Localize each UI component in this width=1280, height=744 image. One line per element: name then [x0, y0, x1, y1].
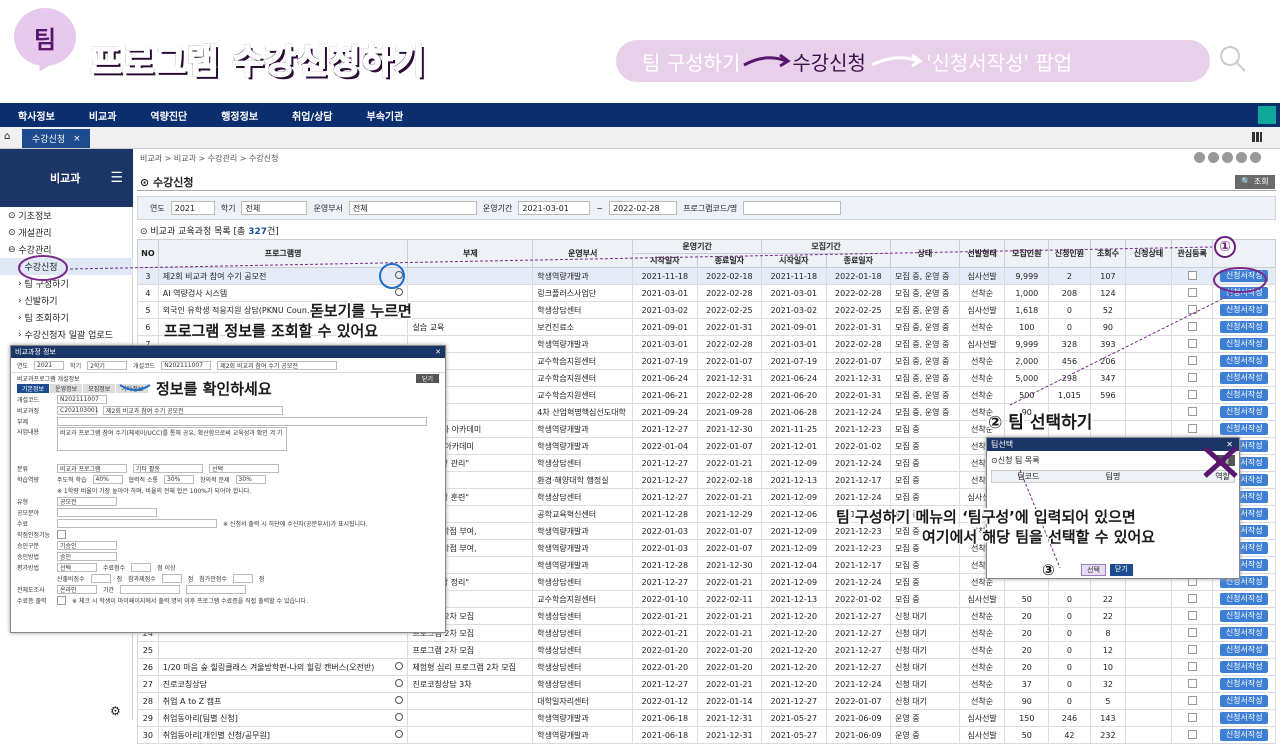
step-3-marker: ③ [1042, 561, 1055, 579]
cell-sel: 심사선발 [958, 726, 1006, 744]
info-callout: 정보를 확인하세요 [156, 380, 272, 398]
apply-form-button[interactable]: 신청서작성 [1220, 729, 1269, 741]
table-row[interactable]: 30 취업동아리[개인별 신청/공무원] 학생역량개발과 2021-06-18 2021… [137, 726, 1276, 744]
cell-op-end-text: 2021-12-31 [706, 730, 753, 740]
cell-name-text: 취업동아리[개인별 신청/공무원] [162, 730, 270, 740]
cell-op-start-text: 2021-06-18 [641, 730, 689, 740]
step-2-callout: ② 팀 선택하기 [988, 413, 1093, 433]
cell-dept-text: 학생역량개발과 [537, 730, 589, 740]
favorite-checkbox[interactable] [1187, 729, 1197, 739]
cell-appl: 42 [1048, 726, 1091, 744]
info-arrow [119, 384, 151, 391]
magnifier-icon[interactable] [395, 729, 404, 738]
cell-rec-end-text: 2021-06-09 [835, 730, 882, 740]
cell-rec-start-text: 2021-05-27 [770, 730, 818, 740]
cell-views-text: 232 [1100, 730, 1116, 740]
team-callout-1: 팀 구성하기 메뉴의 ‘팀구성’에 입력되어 있으면 [836, 508, 1136, 526]
cell-sel-text: 심사선발 [967, 730, 997, 740]
cell-fav [1170, 726, 1214, 744]
cell-state: 운영 중 [890, 726, 960, 744]
sidebar-highlight [18, 255, 68, 281]
cell-sub [407, 726, 534, 744]
cell-op-start: 2021-06-18 [632, 726, 698, 744]
cell-cap: 50 [1004, 726, 1050, 744]
pointer-line [69, 246, 1213, 270]
magnifier-callout-2: 프로그램 정보를 조회할 수 있어요 [164, 322, 379, 340]
cell-astate [1125, 726, 1172, 744]
cell-rec-start: 2021-05-27 [761, 726, 827, 744]
cell-no: 30 [137, 726, 159, 744]
cell-no-text: 30 [142, 730, 153, 740]
step-1-marker: ① [1214, 236, 1236, 258]
cell-state-text: 운영 중 [895, 730, 920, 740]
team-callout-2: 여기에서 해당 팀을 선택할 수 있어요 [922, 528, 1156, 546]
magnifier-callout-1: 돋보기를 누르면 [310, 302, 412, 320]
cell-op-end: 2021-12-31 [696, 726, 763, 744]
cell-rec-end: 2021-06-09 [825, 726, 892, 744]
cell-appl-text: 42 [1064, 730, 1075, 740]
cell-apply: 신청서작성 [1212, 726, 1276, 744]
apply-highlight [1213, 267, 1267, 293]
cell-name: 취업동아리[개인별 신청/공무원] [157, 726, 409, 744]
cell-views: 232 [1089, 726, 1127, 744]
magnifier-highlight [379, 263, 405, 289]
cell-dept: 학생역량개발과 [532, 726, 634, 744]
annotation-overlay [18, 246, 1267, 569]
cell-cap-text: 50 [1021, 730, 1032, 740]
pointer-line [1009, 291, 1237, 406]
